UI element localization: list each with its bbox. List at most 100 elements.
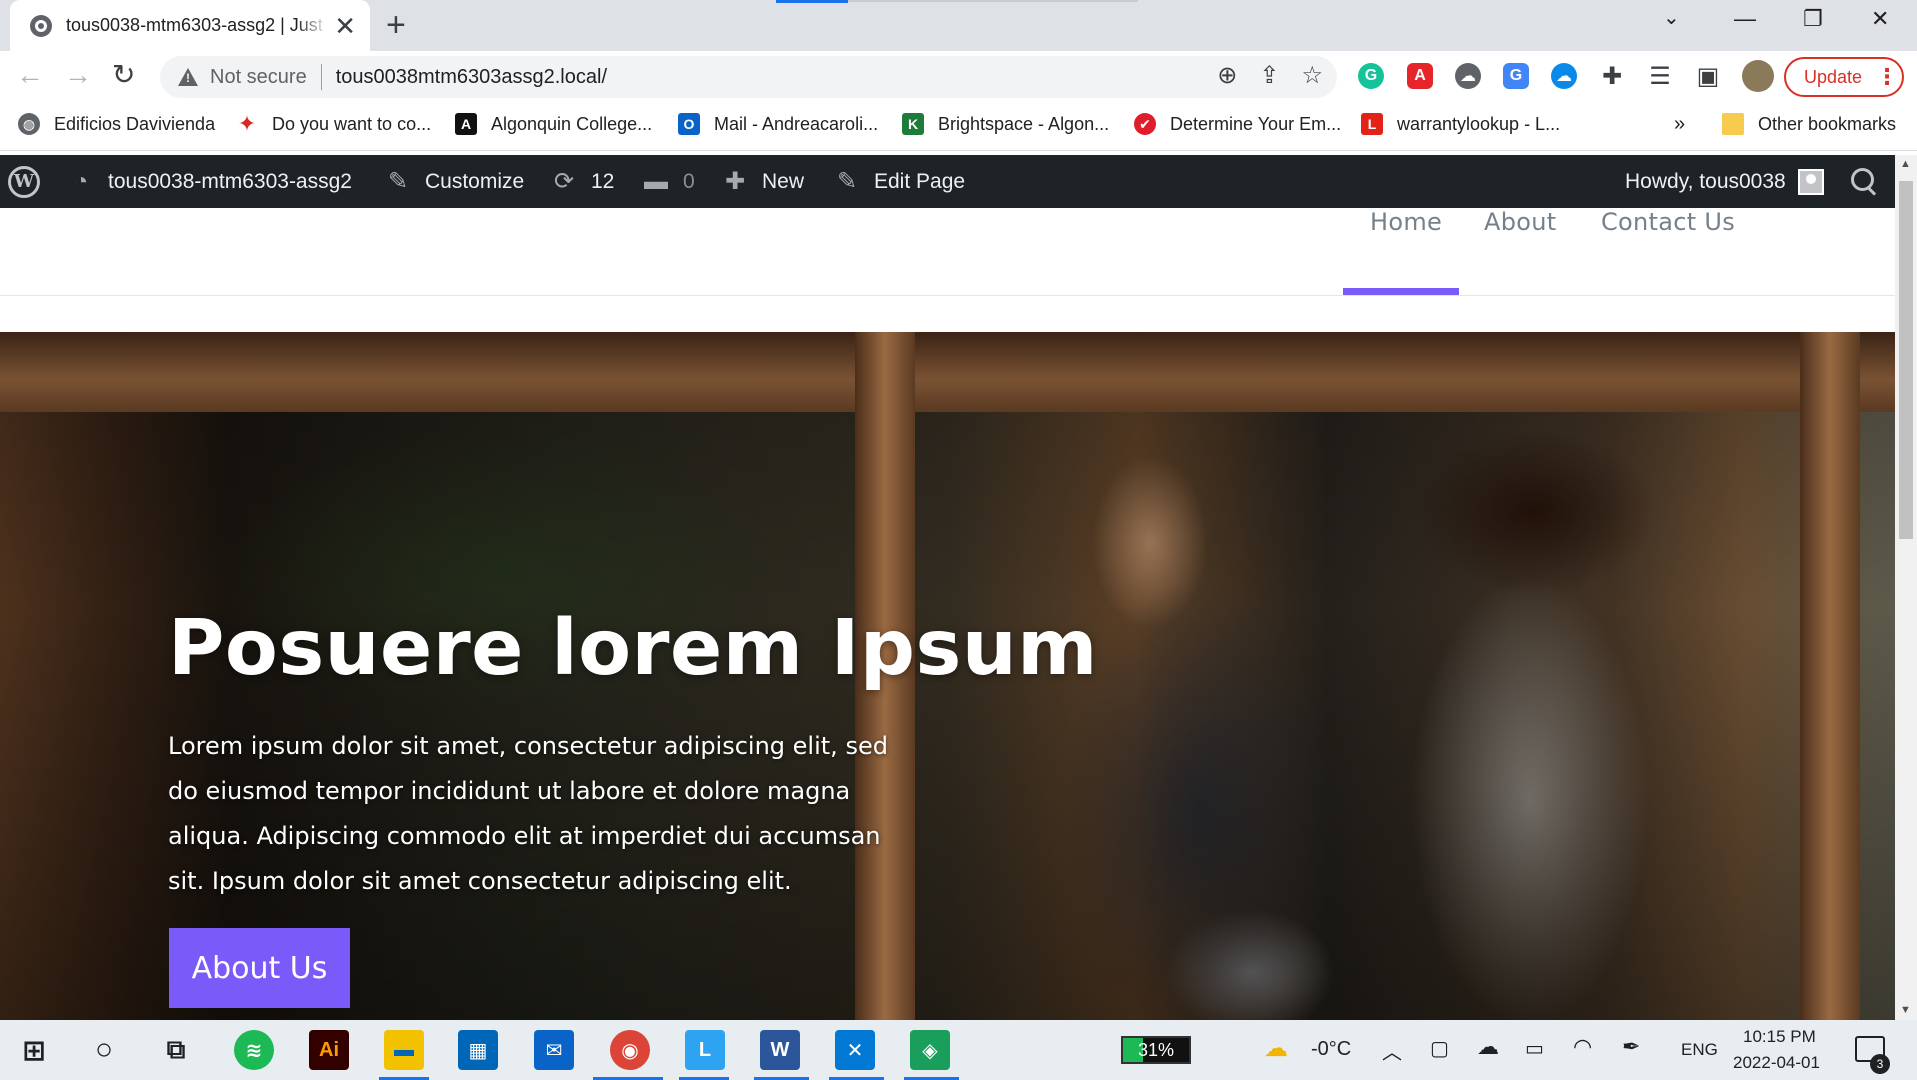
reload-button[interactable]: ↻ xyxy=(112,61,135,89)
reading-list-icon[interactable]: ☰ xyxy=(1647,63,1673,90)
menu-dots-icon: ⋮ xyxy=(1876,64,1899,89)
wp-new-content[interactable]: ✚ New xyxy=(722,155,804,208)
nav-contact-us[interactable]: Contact Us xyxy=(1601,208,1735,236)
pen-icon[interactable]: ✒ xyxy=(1622,1034,1640,1060)
close-tab-icon[interactable]: ✕ xyxy=(334,13,356,39)
vscode-icon[interactable]: ✕ xyxy=(835,1030,875,1070)
battery-meter-widget[interactable]: 31% xyxy=(1121,1036,1191,1064)
gitkraken-icon[interactable]: ◈ xyxy=(910,1030,950,1070)
back-button[interactable]: ← xyxy=(16,61,44,89)
language-indicator[interactable]: ENG xyxy=(1681,1040,1718,1060)
security-label[interactable]: Not secure xyxy=(210,66,307,89)
clock-date[interactable]: 2022-04-01 xyxy=(1733,1053,1820,1073)
browser-tab-active[interactable]: tous0038-mtm6303-assg2 | Just another Wo… xyxy=(10,0,370,51)
windows-taskbar: ⊞ ○ ⧉ ≋ Ai ▬ ▦ ✉ ◉ L W ✕ ◈ 31% ☁ -0°C ︿ … xyxy=(0,1020,1917,1080)
bookmark-label: Mail - Andreacaroli... xyxy=(714,113,879,134)
file-explorer-icon[interactable]: ▬ xyxy=(384,1030,424,1070)
wp-account-menu[interactable]: Howdy, tous0038 xyxy=(1625,155,1824,208)
wp-customize[interactable]: ✎ Customize xyxy=(385,155,524,208)
restore-button[interactable]: ❐ xyxy=(1803,8,1823,30)
task-view-icon[interactable]: ⧉ xyxy=(156,1030,196,1070)
maple-leaf-icon: ✦ xyxy=(237,111,257,136)
chrome-icon[interactable]: ◉ xyxy=(610,1030,650,1070)
bookmark-item[interactable]: K Brightspace - Algon... xyxy=(902,113,1109,135)
customize-label: Customize xyxy=(425,169,525,193)
tab-search-chevron-icon[interactable]: ⌄ xyxy=(1663,8,1680,28)
minimize-button[interactable]: — xyxy=(1734,8,1756,30)
scroll-down-arrow-icon[interactable]: ▼ xyxy=(1900,1005,1911,1016)
side-panel-icon[interactable]: ▣ xyxy=(1695,63,1721,90)
wp-edit-page[interactable]: ✎ Edit Page xyxy=(834,155,965,208)
updates-icon: ⟳ xyxy=(553,168,575,195)
profile-avatar-icon[interactable] xyxy=(1742,60,1774,92)
site-header: Home About Contact Us xyxy=(0,208,1895,296)
bookmark-item[interactable]: O Mail - Andreacaroli... xyxy=(678,113,878,135)
show-hidden-icons-chevron-icon[interactable]: ︿ xyxy=(1382,1036,1402,1065)
word-icon[interactable]: W xyxy=(760,1030,800,1070)
warning-icon[interactable] xyxy=(178,68,198,86)
new-tab-button[interactable]: + xyxy=(386,8,406,42)
bookmark-label: Do you want to co... xyxy=(272,113,432,134)
search-circle-icon[interactable]: ○ xyxy=(84,1030,124,1070)
nav-about[interactable]: About xyxy=(1484,208,1556,236)
weather-cloud-icon[interactable]: ☁ xyxy=(1264,1034,1288,1063)
bookmark-item[interactable]: L warrantylookup - L... xyxy=(1361,113,1560,135)
forward-button[interactable]: → xyxy=(64,61,92,89)
spotify-icon[interactable]: ≋ xyxy=(234,1030,274,1070)
scroll-up-arrow-icon[interactable]: ▲ xyxy=(1900,159,1911,170)
zoom-icon[interactable]: ⊕ xyxy=(1217,64,1237,88)
battery-icon[interactable]: ▭ xyxy=(1525,1036,1544,1061)
bookmark-star-icon[interactable]: ☆ xyxy=(1301,64,1323,88)
cloud-extension-icon[interactable]: ☁ xyxy=(1455,63,1481,89)
windows-start-icon[interactable]: ⊞ xyxy=(14,1030,54,1070)
bookmark-item[interactable]: A Algonquin College... xyxy=(455,113,652,135)
omnibox-icons: ⊕ ⇪ ☆ xyxy=(1217,64,1323,88)
new-label: New xyxy=(762,169,805,193)
extensions-puzzle-icon[interactable]: ✚ xyxy=(1599,63,1625,90)
clock-time[interactable]: 10:15 PM xyxy=(1743,1027,1816,1047)
updates-count: 12 xyxy=(591,169,615,193)
meet-now-icon[interactable]: ▢ xyxy=(1430,1036,1449,1061)
grammarly-extension-icon[interactable]: G xyxy=(1358,63,1384,89)
nav-home[interactable]: Home xyxy=(1370,208,1442,236)
hero-background-post xyxy=(1800,332,1860,1020)
illustrator-icon[interactable]: Ai xyxy=(309,1030,349,1070)
microsoft-store-icon[interactable]: ▦ xyxy=(458,1030,498,1070)
local-app-icon[interactable]: L xyxy=(685,1030,725,1070)
scroll-thumb[interactable] xyxy=(1899,181,1913,539)
onedrive-extension-icon[interactable]: ☁ xyxy=(1551,63,1577,89)
wp-updates[interactable]: ⟳ 12 xyxy=(551,155,614,208)
mail-icon[interactable]: ✉ xyxy=(534,1030,574,1070)
search-icon[interactable] xyxy=(1851,168,1879,196)
translate-extension-icon[interactable]: G xyxy=(1503,63,1529,89)
hero-section: Posuere lorem Ipsum Lorem ipsum dolor si… xyxy=(0,332,1895,1020)
tab-strip-divider xyxy=(848,0,1138,2)
weather-temperature[interactable]: -0°C xyxy=(1311,1038,1351,1061)
page-scrollbar[interactable]: ▲ ▼ xyxy=(1895,155,1917,1020)
wp-site-name[interactable]: ◔ tous0038-mtm6303-assg2 xyxy=(68,155,352,208)
comment-bubble-icon: ▬ xyxy=(644,167,668,195)
bookmark-item[interactable]: ◍ Edificios Davivienda xyxy=(18,113,215,135)
url-text[interactable]: tous0038mtm6303assg2.local/ xyxy=(336,66,607,89)
folder-icon xyxy=(1722,113,1744,135)
onedrive-icon[interactable]: ☁ xyxy=(1477,1034,1499,1060)
share-icon[interactable]: ⇪ xyxy=(1259,64,1279,88)
address-bar[interactable]: Not secure tous0038mtm6303assg2.local/ ⊕… xyxy=(160,56,1337,98)
wifi-icon[interactable]: ◠ xyxy=(1573,1034,1592,1060)
other-bookmarks-folder[interactable]: Other bookmarks xyxy=(1722,113,1896,135)
bookmark-item[interactable]: ✦ Do you want to co... xyxy=(236,111,432,136)
globe-icon xyxy=(30,14,52,37)
wp-comments[interactable]: ▬ 0 xyxy=(643,155,695,208)
more-bookmarks-button[interactable]: » xyxy=(1674,113,1685,136)
bookmark-label: Determine Your Em... xyxy=(1170,113,1342,134)
acrobat-extension-icon[interactable]: A xyxy=(1407,63,1433,89)
omnibox-divider xyxy=(320,64,322,90)
globe-icon: ◍ xyxy=(18,113,40,135)
about-us-button[interactable]: About Us xyxy=(169,928,350,1008)
update-label: Update xyxy=(1804,66,1863,87)
bookmark-item[interactable]: ✔ Determine Your Em... xyxy=(1134,113,1341,135)
close-window-button[interactable]: ✕ xyxy=(1871,8,1889,30)
wp-logo-menu[interactable]: W xyxy=(8,155,40,208)
browser-tab-strip: tous0038-mtm6303-assg2 | Just another Wo… xyxy=(0,0,1917,51)
chrome-update-button[interactable]: Update ⋮ xyxy=(1784,57,1904,97)
